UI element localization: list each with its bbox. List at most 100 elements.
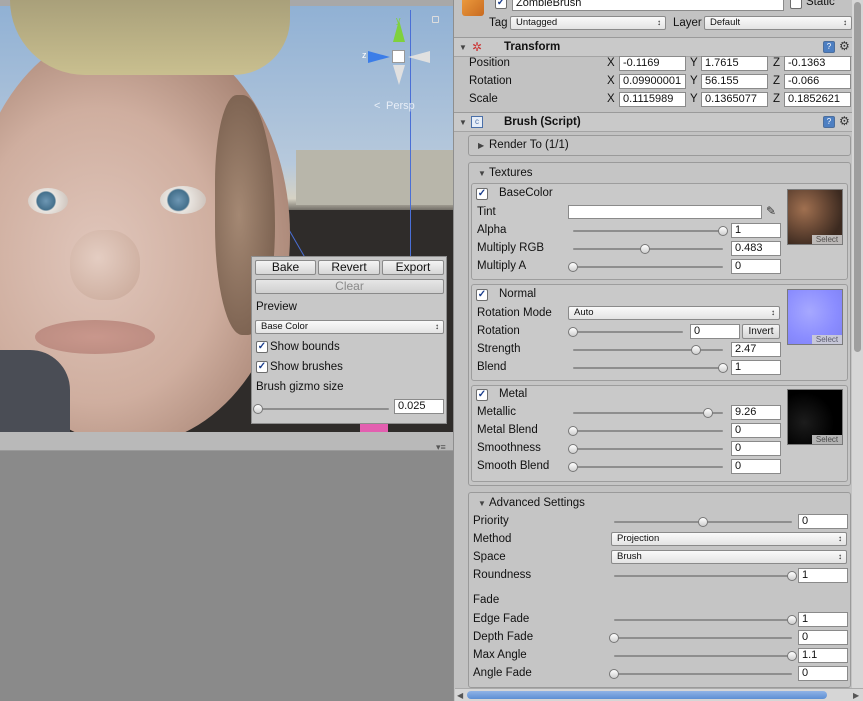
slider-knob[interactable] (787, 571, 797, 581)
slider-knob[interactable] (609, 669, 619, 679)
gizmo-center[interactable] (392, 50, 405, 63)
revert-button[interactable]: Revert (318, 260, 380, 275)
multiply-rgb-slider[interactable] (573, 244, 723, 254)
alpha-slider[interactable] (573, 226, 728, 236)
slider-knob[interactable] (787, 615, 797, 625)
multiply-a-field[interactable]: 0 (731, 259, 781, 274)
lock-icon[interactable] (432, 16, 439, 23)
help-icon[interactable]: ? (823, 41, 835, 53)
slider-knob[interactable] (253, 404, 263, 414)
blend-slider[interactable] (573, 363, 728, 373)
roundness-field[interactable]: 1 (798, 568, 848, 583)
metal-checkbox[interactable]: ✓ (476, 389, 488, 401)
slider-knob[interactable] (718, 363, 728, 373)
rotation-x-field[interactable]: 0.09900001 (619, 74, 686, 89)
gizmo-z-arrow[interactable] (368, 51, 390, 63)
blend-field[interactable]: 1 (731, 360, 781, 375)
roundness-slider[interactable] (614, 571, 797, 581)
gizmo-size-slider[interactable] (253, 404, 389, 414)
normal-rotation-slider[interactable] (568, 327, 683, 337)
object-name-field[interactable]: ZombieBrush (512, 0, 784, 11)
multiply-a-slider[interactable] (568, 262, 723, 272)
foldout-open-icon[interactable]: ▼ (478, 169, 486, 178)
slider-knob[interactable] (787, 651, 797, 661)
smooth-blend-field[interactable]: 0 (731, 459, 781, 474)
gizmo-neg-y-arrow[interactable] (393, 65, 405, 85)
smoothness-field[interactable]: 0 (731, 441, 781, 456)
scale-z-field[interactable]: 0.1852621 (784, 92, 851, 107)
foldout-open-icon[interactable]: ▼ (459, 43, 467, 52)
multiply-rgb-field[interactable]: 0.483 (731, 241, 781, 256)
depth-fade-slider[interactable] (609, 633, 792, 643)
vertical-scrollbar[interactable] (852, 0, 863, 690)
max-angle-slider[interactable] (614, 651, 797, 661)
foldout-open-icon[interactable]: ▼ (478, 499, 486, 508)
active-checkbox[interactable]: ✓ (495, 0, 507, 9)
invert-button[interactable]: Invert (742, 324, 780, 339)
scrollbar-thumb[interactable] (854, 2, 861, 352)
gizmo-x-arrow[interactable] (408, 51, 430, 63)
metallic-field[interactable]: 9.26 (731, 405, 781, 420)
tag-dropdown[interactable]: Untagged ↕ (510, 16, 666, 30)
gear-icon[interactable]: ⚙ (839, 115, 850, 127)
slider-knob[interactable] (691, 345, 701, 355)
rotation-mode-dropdown[interactable]: Auto ↕ (568, 306, 780, 320)
slider-knob[interactable] (718, 226, 728, 236)
max-angle-field[interactable]: 1.1 (798, 648, 848, 663)
slider-knob[interactable] (698, 517, 708, 527)
bake-button[interactable]: Bake (255, 260, 316, 275)
layer-dropdown[interactable]: Default ↕ (704, 16, 852, 30)
horizontal-scrollbar[interactable]: ◀ ▶ (455, 688, 863, 701)
smooth-blend-slider[interactable] (568, 462, 723, 472)
normal-checkbox[interactable]: ✓ (476, 289, 488, 301)
method-dropdown[interactable]: Projection ↕ (611, 532, 847, 546)
clear-button[interactable]: Clear (255, 279, 444, 294)
foldout-closed-icon[interactable]: ▶ (478, 141, 484, 150)
depth-fade-field[interactable]: 0 (798, 630, 848, 645)
slider-knob[interactable] (640, 244, 651, 254)
strength-slider[interactable] (573, 345, 723, 355)
preview-dropdown[interactable]: Base Color ↕ (255, 320, 444, 334)
position-y-field[interactable]: 1.7615 (701, 56, 768, 71)
metal-texture-thumbnail[interactable]: Select (787, 389, 843, 445)
show-brushes-checkbox[interactable]: ✓ (256, 361, 268, 373)
slider-knob[interactable] (568, 444, 578, 454)
slider-knob[interactable] (568, 262, 578, 272)
priority-slider[interactable] (614, 517, 792, 527)
normal-texture-thumbnail[interactable]: Select (787, 289, 843, 345)
select-label[interactable]: Select (812, 335, 842, 344)
position-x-field[interactable]: -0.1169 (619, 56, 686, 71)
scale-y-field[interactable]: 0.1365077 (701, 92, 768, 107)
eyedropper-icon[interactable]: ✎ (766, 204, 776, 218)
position-z-field[interactable]: -0.1363 (784, 56, 851, 71)
gear-icon[interactable]: ⚙ (839, 40, 850, 52)
scene-view[interactable]: y z Persp < Bake Revert Export Clear Pre… (0, 0, 453, 432)
scale-x-field[interactable]: 0.1115989 (619, 92, 686, 107)
normal-rotation-field[interactable]: 0 (690, 324, 740, 339)
metal-blend-field[interactable]: 0 (731, 423, 781, 438)
basecolor-checkbox[interactable]: ✓ (476, 188, 488, 200)
alpha-field[interactable]: 1 (731, 223, 781, 238)
strength-field[interactable]: 2.47 (731, 342, 781, 357)
export-button[interactable]: Export (382, 260, 444, 275)
persp-label[interactable]: Persp (386, 100, 415, 112)
edge-fade-field[interactable]: 1 (798, 612, 848, 627)
scroll-right-icon[interactable]: ▶ (853, 691, 859, 700)
metal-blend-slider[interactable] (568, 426, 723, 436)
edge-fade-slider[interactable] (614, 615, 797, 625)
angle-fade-field[interactable]: 0 (798, 666, 848, 681)
slider-knob[interactable] (568, 426, 578, 436)
gizmo-size-field[interactable]: 0.025 (394, 399, 444, 414)
slider-knob[interactable] (609, 633, 619, 643)
select-label[interactable]: Select (812, 435, 842, 444)
angle-fade-slider[interactable] (609, 669, 792, 679)
help-icon[interactable]: ? (823, 116, 835, 128)
rotation-z-field[interactable]: -0.066 (784, 74, 851, 89)
show-bounds-checkbox[interactable]: ✓ (256, 341, 268, 353)
panel-menu-icon[interactable]: ▾≡ (436, 442, 446, 453)
slider-knob[interactable] (703, 408, 713, 418)
scroll-left-icon[interactable]: ◀ (457, 691, 463, 700)
priority-field[interactable]: 0 (798, 514, 848, 529)
basecolor-texture-thumbnail[interactable]: Select (787, 189, 843, 245)
static-checkbox[interactable] (790, 0, 802, 9)
